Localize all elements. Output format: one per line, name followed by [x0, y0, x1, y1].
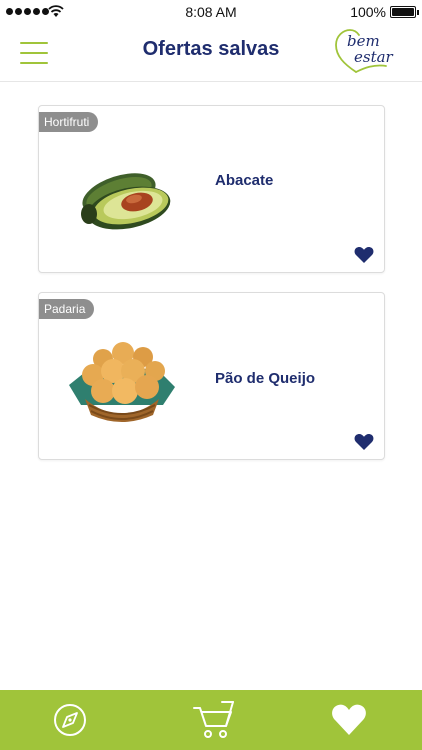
offer-card[interactable]: Padaria Pão de Queijo: [38, 292, 385, 460]
logo-text-line2: estar: [354, 48, 393, 66]
category-tag: Hortifruti: [39, 112, 99, 132]
app-header: Ofertas salvas bem estar: [0, 24, 422, 82]
cheese-bread-basket-image: [69, 342, 175, 422]
product-name: Abacate: [215, 172, 274, 189]
battery-icon: [390, 6, 419, 18]
heart-icon[interactable]: [331, 702, 367, 738]
heart-icon[interactable]: [354, 433, 374, 451]
heart-icon[interactable]: [354, 246, 374, 264]
cart-icon[interactable]: [192, 700, 234, 740]
category-tag: Padaria: [39, 299, 95, 319]
status-bar: 8:08 AM 100%: [0, 0, 422, 24]
avocado-image: [81, 173, 171, 230]
brand-logo[interactable]: bem estar: [334, 28, 398, 74]
offer-card[interactable]: Hortifruti Abacate: [38, 105, 385, 273]
product-name: Pão de Queijo: [215, 370, 316, 387]
bottom-navigation: [0, 690, 422, 750]
compass-icon[interactable]: [52, 702, 88, 738]
battery-percentage: 100%: [350, 4, 386, 20]
